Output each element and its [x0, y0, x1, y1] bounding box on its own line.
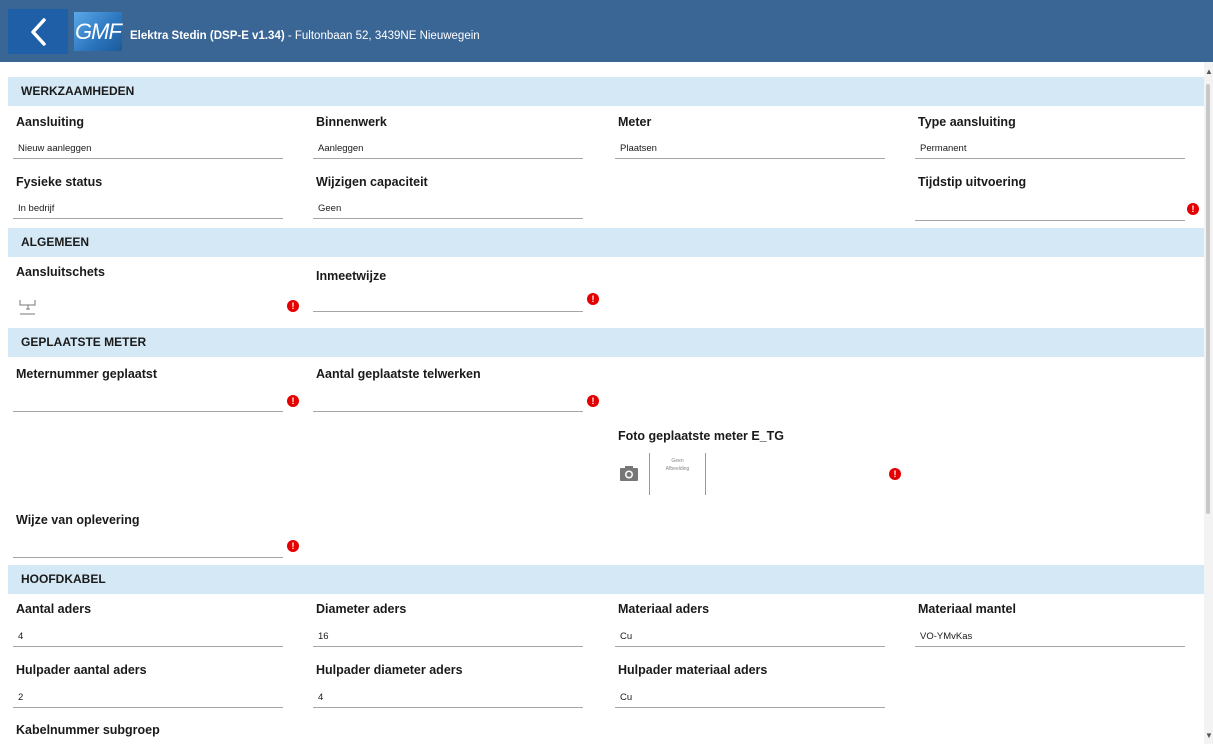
fysieke-status-field[interactable]: In bedrijf — [13, 199, 283, 219]
inmeetwijze-warning-icon: ! — [587, 293, 599, 305]
aantal-telwerken-field[interactable] — [313, 392, 583, 412]
meternummer-label: Meternummer geplaatst — [16, 367, 158, 381]
tijdstip-uitvoering-field[interactable] — [915, 201, 1185, 221]
vertical-scrollbar[interactable]: ▲ ▼ — [1204, 62, 1213, 744]
foto-warning-icon: ! — [889, 468, 901, 480]
aantal-telwerken-label: Aantal geplaatste telwerken — [316, 367, 481, 381]
hulpader-aantal-field[interactable]: 2 — [13, 688, 283, 708]
aantal-aders-label: Aantal aders — [16, 602, 92, 616]
back-button[interactable] — [8, 9, 68, 54]
type-aansluiting-label: Type aansluiting — [918, 115, 1016, 129]
no-image-line1: Geen — [671, 458, 684, 464]
camera-icon[interactable] — [619, 465, 639, 482]
binnenwerk-field[interactable]: Aanleggen — [313, 139, 583, 159]
materiaal-mantel-label: Materiaal mantel — [918, 602, 1016, 616]
section-werkzaamheden: WERKZAAMHEDEN — [8, 77, 1204, 106]
app-title: Elektra Stedin (DSP-E v1.34) - Fultonbaa… — [130, 30, 480, 42]
app-logo: GMF — [74, 12, 122, 51]
wijzigen-capaciteit-label: Wijzigen capaciteit — [316, 175, 428, 189]
scroll-up-icon[interactable]: ▲ — [1205, 68, 1213, 76]
fysieke-status-label: Fysieke status — [16, 175, 103, 189]
hulpader-aantal-label: Hulpader aantal aders — [16, 663, 147, 677]
type-aansluiting-field[interactable]: Permanent — [915, 139, 1185, 159]
aansluitschets-warning-icon: ! — [287, 300, 299, 312]
wijzigen-capaciteit-field[interactable]: Geen — [313, 199, 583, 219]
app-title-address: - Fultonbaan 52, 3439NE Nieuwegein — [284, 30, 480, 42]
aansluiting-field[interactable]: Nieuw aanleggen — [13, 139, 283, 159]
materiaal-mantel-field[interactable]: VO-YMvKas — [915, 627, 1185, 647]
section-geplaatste-meter: GEPLAATSTE METER — [8, 328, 1204, 357]
title-bar: GMF Elektra Stedin (DSP-E v1.34) - Fulto… — [0, 0, 1213, 62]
app-title-name: Elektra Stedin (DSP-E v1.34) — [130, 30, 285, 42]
hulpader-materiaal-field[interactable]: Cu — [615, 688, 885, 708]
hulpader-diameter-label: Hulpader diameter aders — [316, 663, 463, 677]
aantal-aders-field[interactable]: 4 — [13, 627, 283, 647]
wijze-oplevering-label: Wijze van oplevering — [16, 513, 140, 527]
section-hoofdkabel: HOOFDKABEL — [8, 565, 1204, 594]
wijze-oplevering-warning-icon: ! — [287, 540, 299, 552]
tijdstip-uitvoering-warning-icon: ! — [1187, 203, 1199, 215]
inmeetwijze-label: Inmeetwijze — [316, 269, 387, 283]
kabelnummer-label: Kabelnummer subgroep — [16, 723, 160, 737]
chevron-left-icon — [31, 17, 46, 46]
hulpader-materiaal-label: Hulpader materiaal aders — [618, 663, 768, 677]
meter-label: Meter — [618, 115, 652, 129]
tijdstip-uitvoering-label: Tijdstip uitvoering — [918, 175, 1027, 189]
materiaal-aders-field[interactable]: Cu — [615, 627, 885, 647]
foto-label: Foto geplaatste meter E_TG — [618, 429, 785, 443]
diameter-aders-label: Diameter aders — [316, 602, 407, 616]
scroll-thumb[interactable] — [1206, 84, 1210, 514]
form-content: WERKZAAMHEDEN Aansluiting Nieuw aanlegge… — [8, 62, 1204, 744]
sketch-icon[interactable] — [18, 298, 38, 316]
diameter-aders-field[interactable]: 16 — [313, 627, 583, 647]
inmeetwijze-field[interactable] — [313, 292, 583, 312]
no-image-placeholder: Geen Afbeelding — [650, 457, 705, 473]
aansluitschets-label: Aansluitschets — [16, 265, 105, 279]
aantal-telwerken-warning-icon: ! — [587, 395, 599, 407]
meter-field[interactable]: Plaatsen — [615, 139, 885, 159]
meternummer-field[interactable] — [13, 392, 283, 412]
binnenwerk-label: Binnenwerk — [316, 115, 387, 129]
hulpader-diameter-field[interactable]: 4 — [313, 688, 583, 708]
materiaal-aders-label: Materiaal aders — [618, 602, 710, 616]
no-image-line2: Afbeelding — [665, 466, 690, 472]
scroll-down-icon[interactable]: ▼ — [1205, 732, 1213, 740]
meternummer-warning-icon: ! — [287, 395, 299, 407]
photo-thumbnail[interactable]: Geen Afbeelding — [649, 453, 706, 495]
wijze-oplevering-field[interactable] — [13, 538, 283, 558]
aansluiting-label: Aansluiting — [16, 115, 85, 129]
section-algemeen: ALGEMEEN — [8, 228, 1204, 257]
